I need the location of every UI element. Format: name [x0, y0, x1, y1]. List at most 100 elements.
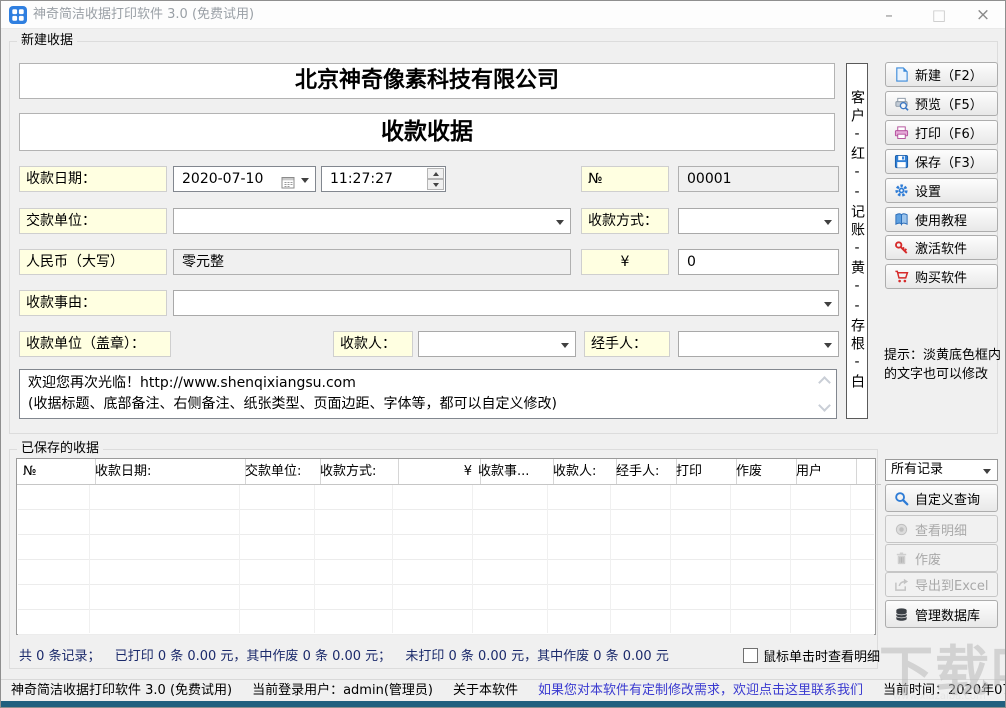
minimize-button[interactable]: – [873, 1, 905, 29]
app-icon [9, 6, 27, 24]
void-button-label: 作废 [915, 549, 941, 568]
dropdown-arrow-icon[interactable] [824, 302, 832, 307]
spinner-up-icon[interactable] [427, 168, 444, 179]
void-button[interactable]: 作废 [885, 544, 998, 572]
new-receipt-group-label: 新建收据 [17, 33, 77, 49]
col-header-voided[interactable]: 作废 [730, 459, 797, 485]
settings-button-label: 设置 [915, 181, 941, 200]
receipt-no-label[interactable]: № [581, 166, 669, 192]
col-header-payer[interactable]: 交款单位: [239, 459, 321, 485]
column-divider [670, 485, 671, 633]
receipt-no-field: 00001 [678, 166, 839, 192]
gear-icon [894, 183, 909, 198]
tutorial-button[interactable]: 使用教程 [885, 207, 998, 232]
preview-button[interactable]: 预览（F5） [885, 91, 998, 116]
custom-query-button-label: 自定义查询 [915, 489, 980, 508]
contact-link[interactable]: 如果您对本软件有定制修改需求，欢迎点击这里联系我们 [528, 680, 873, 701]
dropdown-arrow-icon[interactable] [556, 220, 564, 225]
settings-button[interactable]: 设置 [885, 178, 998, 203]
note-textarea[interactable]: 欢迎您再次光临！http://www.shenqixiangsu.com (收据… [19, 369, 837, 419]
col-header-user[interactable]: 用户 [790, 459, 857, 485]
time-spinner-buttons[interactable] [427, 168, 444, 190]
payee-combobox[interactable] [418, 331, 576, 357]
new-button-label: 新建（F2） [915, 65, 983, 84]
payee-label[interactable]: 收款人： [333, 331, 413, 357]
column-divider [547, 485, 548, 633]
dropdown-arrow-icon[interactable] [824, 343, 832, 348]
view-on-click-option[interactable]: 鼠标单击时查看明细 [743, 646, 880, 665]
column-divider [850, 485, 851, 633]
dropdown-arrow-icon[interactable] [561, 343, 569, 348]
stamp-label[interactable]: 收款单位（盖章）： [19, 331, 171, 357]
summary-unprinted: 未打印 0 条 0.00 元，其中作废 0 条 0.00 元 [405, 649, 669, 664]
purchase-button-label: 购买软件 [915, 267, 967, 286]
company-name-field[interactable]: 北京神奇像素科技有限公司 [19, 63, 835, 99]
time-value: 11:27:27 [330, 171, 393, 187]
maximize-button[interactable]: □ [923, 1, 955, 29]
handler-label[interactable]: 经手人： [584, 331, 670, 357]
view-details-button[interactable]: 查看明细 [885, 515, 998, 543]
date-dropdown-arrow-icon[interactable] [301, 178, 309, 183]
spinner-down-icon[interactable] [427, 179, 444, 190]
method-label[interactable]: 收款方式： [581, 208, 669, 234]
purchase-button[interactable]: 购买软件 [885, 264, 998, 289]
reason-combobox[interactable] [173, 290, 839, 316]
scroll-up-icon[interactable] [818, 376, 831, 389]
col-header-extra[interactable] [850, 459, 881, 485]
col-header-no[interactable]: № [17, 459, 96, 485]
save-button[interactable]: 保存（F3） [885, 149, 998, 174]
dropdown-arrow-icon[interactable] [824, 220, 832, 225]
column-divider [392, 485, 393, 633]
custom-query-button[interactable]: 自定义查询 [885, 484, 998, 512]
export-excel-button[interactable]: 导出到Excel [885, 572, 998, 597]
records-filter-combobox[interactable]: 所有记录 [885, 459, 998, 481]
manage-database-button[interactable]: 管理数据库 [885, 600, 998, 628]
statusbar-app-name: 神奇简洁收据打印软件 3.0 (免费试用) [1, 680, 242, 701]
view-on-click-checkbox[interactable] [743, 648, 758, 663]
records-filter-value: 所有记录 [891, 462, 943, 477]
column-divider [89, 485, 90, 633]
handler-combobox[interactable] [678, 331, 839, 357]
saved-receipts-group-label: 已保存的收据 [17, 441, 103, 457]
statusbar-current-user: 当前登录用户：admin(管理员) [242, 680, 443, 701]
dropdown-arrow-icon[interactable] [983, 469, 991, 474]
payer-combobox[interactable] [173, 208, 571, 234]
col-header-payee[interactable]: 收款人: [547, 459, 617, 485]
new-button[interactable]: 新建（F2） [885, 62, 998, 87]
col-header-date[interactable]: 收款日期: [89, 459, 246, 485]
preview-button-label: 预览（F5） [915, 94, 983, 113]
column-divider [790, 485, 791, 633]
about-link[interactable]: 关于本软件 [443, 680, 528, 701]
column-divider [730, 485, 731, 633]
time-spinner[interactable]: 11:27:27 [321, 166, 446, 192]
manage-database-button-label: 管理数据库 [915, 605, 980, 624]
amount-field[interactable]: 0 [678, 249, 839, 275]
rmb-caps-label[interactable]: 人民币（大写） [19, 249, 167, 275]
calendar-icon [281, 173, 295, 197]
col-header-reason[interactable]: 收款事... [472, 459, 554, 485]
date-label[interactable]: 收款日期： [19, 166, 167, 192]
col-header-amount[interactable]: ¥ [392, 459, 481, 485]
view-details-button-label: 查看明细 [915, 520, 967, 539]
close-button[interactable]: × [965, 1, 1001, 29]
export-icon [894, 577, 909, 592]
receipts-table[interactable]: № 收款日期: 交款单位: 收款方式: ¥ 收款事... 收款人: 经手人: 打… [16, 458, 876, 635]
print-button[interactable]: 打印（F6） [885, 120, 998, 145]
status-bar: 神奇简洁收据打印软件 3.0 (免费试用) 当前登录用户：admin(管理员) … [1, 679, 1005, 701]
activate-button[interactable]: 激活软件 [885, 235, 998, 260]
reason-label[interactable]: 收款事由： [19, 290, 167, 316]
note-line2: (收据标题、底部备注、右侧备注、纸张类型、页面边距、字体等，都可以自定义修改) [28, 394, 814, 415]
col-header-method[interactable]: 收款方式: [314, 459, 399, 485]
payer-label[interactable]: 交款单位： [19, 208, 167, 234]
method-combobox[interactable] [678, 208, 839, 234]
col-header-printed[interactable]: 打印 [670, 459, 737, 485]
date-picker[interactable]: 2020-07-10 [173, 166, 316, 192]
book-icon [894, 212, 909, 227]
receipt-title-field[interactable]: 收款收据 [19, 113, 835, 151]
copy-strip-field[interactable]: 客户-红--记账-黄--存根-白 [846, 63, 868, 419]
scroll-down-icon[interactable] [818, 399, 831, 412]
column-divider [239, 485, 240, 633]
yuan-label[interactable]: ¥ [581, 249, 669, 275]
column-divider [610, 485, 611, 633]
col-header-handler[interactable]: 经手人: [610, 459, 677, 485]
